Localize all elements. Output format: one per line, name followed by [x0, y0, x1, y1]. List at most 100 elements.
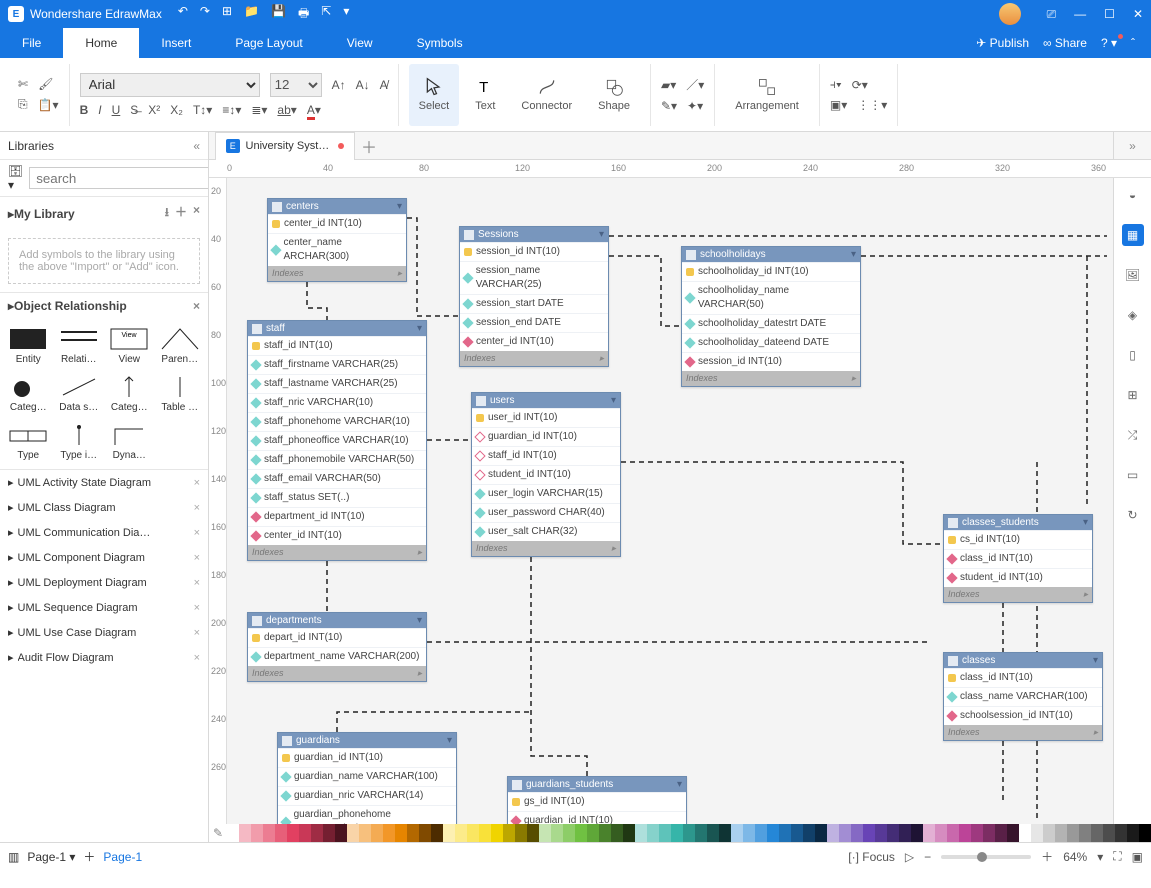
- column-row[interactable]: user_id INT(10): [472, 408, 620, 427]
- shape-categ[interactable]: Categ…: [4, 371, 53, 417]
- category-item[interactable]: ▸UML Communication Dia…×: [0, 520, 208, 545]
- column-row[interactable]: schoolholiday_name VARCHAR(50): [682, 281, 860, 314]
- minimize-icon[interactable]: —: [1074, 7, 1086, 21]
- column-row[interactable]: class_id INT(10): [944, 549, 1092, 568]
- play-icon[interactable]: ▷: [905, 850, 914, 864]
- close-icon[interactable]: ×: [194, 602, 200, 614]
- zoom-slider[interactable]: [941, 855, 1031, 859]
- column-row[interactable]: schoolholiday_id INT(10): [682, 262, 860, 281]
- column-row[interactable]: center_id INT(10): [248, 526, 426, 545]
- color-swatch[interactable]: [635, 824, 647, 842]
- open-icon[interactable]: 📁: [244, 4, 259, 25]
- color-swatch[interactable]: [299, 824, 311, 842]
- color-swatch[interactable]: [815, 824, 827, 842]
- color-swatch[interactable]: [671, 824, 683, 842]
- align-icon[interactable]: ⫞▾: [830, 77, 842, 92]
- shape-paren[interactable]: Paren…: [156, 323, 205, 369]
- presentation-icon[interactable]: ▭: [1122, 464, 1144, 486]
- close-icon[interactable]: ×: [194, 527, 200, 539]
- underline-icon[interactable]: U: [112, 103, 121, 117]
- library-menu-icon[interactable]: 🗄▾: [8, 164, 23, 192]
- new-icon[interactable]: ⊞: [222, 4, 232, 25]
- indexes-row[interactable]: Indexes▸: [682, 371, 860, 386]
- bold-icon[interactable]: B: [80, 103, 89, 117]
- menu-view[interactable]: View: [325, 28, 395, 58]
- shape-type[interactable]: Type: [4, 419, 53, 465]
- column-row[interactable]: schoolsession_id INT(10): [944, 706, 1102, 725]
- add-icon[interactable]: ＋: [175, 203, 187, 224]
- color-swatch[interactable]: [419, 824, 431, 842]
- color-swatch[interactable]: [287, 824, 299, 842]
- column-row[interactable]: session_start DATE: [460, 294, 608, 313]
- copy-icon[interactable]: ⎘: [18, 97, 28, 112]
- color-swatch[interactable]: [335, 824, 347, 842]
- color-swatch[interactable]: [227, 824, 239, 842]
- collapse-icon[interactable]: ▾: [611, 395, 616, 406]
- category-item[interactable]: ▸UML Use Case Diagram×: [0, 620, 208, 645]
- collapse-sidebar-icon[interactable]: «: [193, 139, 200, 153]
- color-swatch[interactable]: [431, 824, 443, 842]
- color-swatch[interactable]: [383, 824, 395, 842]
- column-row[interactable]: guardian_id INT(10): [508, 811, 686, 824]
- color-swatch[interactable]: [515, 824, 527, 842]
- close-icon[interactable]: ×: [194, 552, 200, 564]
- column-row[interactable]: guardian_id INT(10): [278, 748, 456, 767]
- mylibrary-header[interactable]: My Library: [14, 207, 75, 221]
- bullets-icon[interactable]: ≣▾: [251, 103, 267, 117]
- color-swatch[interactable]: [395, 824, 407, 842]
- column-row[interactable]: gs_id INT(10): [508, 792, 686, 811]
- options-icon[interactable]: ▾: [343, 4, 349, 25]
- category-item[interactable]: ▸UML Component Diagram×: [0, 545, 208, 570]
- entity-guardians[interactable]: guardians▾guardian_id INT(10)guardian_na…: [277, 732, 457, 824]
- collapse-icon[interactable]: ▾: [397, 201, 402, 212]
- color-swatch[interactable]: [1055, 824, 1067, 842]
- color-swatch[interactable]: [575, 824, 587, 842]
- column-row[interactable]: staff_phonemobile VARCHAR(50): [248, 450, 426, 469]
- undo-icon[interactable]: ↶: [178, 4, 188, 25]
- zoom-out-icon[interactable]: −: [924, 850, 931, 864]
- column-row[interactable]: staff_nric VARCHAR(10): [248, 393, 426, 412]
- color-swatch[interactable]: [779, 824, 791, 842]
- category-item[interactable]: ▸Audit Flow Diagram×: [0, 645, 208, 670]
- share-button[interactable]: ∞ Share: [1043, 36, 1087, 50]
- color-swatch[interactable]: [995, 824, 1007, 842]
- color-swatch[interactable]: [683, 824, 695, 842]
- color-swatch[interactable]: [323, 824, 335, 842]
- color-swatch[interactable]: [1031, 824, 1043, 842]
- color-swatch[interactable]: [659, 824, 671, 842]
- strikethrough-icon[interactable]: S̶: [130, 103, 138, 117]
- column-row[interactable]: staff_email VARCHAR(50): [248, 469, 426, 488]
- color-swatch[interactable]: [1007, 824, 1019, 842]
- column-row[interactable]: guardian_id INT(10): [472, 427, 620, 446]
- column-row[interactable]: department_id INT(10): [248, 507, 426, 526]
- column-row[interactable]: student_id INT(10): [944, 568, 1092, 587]
- collapse-icon[interactable]: ▾: [851, 249, 856, 260]
- column-row[interactable]: department_name VARCHAR(200): [248, 647, 426, 666]
- entity-sessions[interactable]: Sessions▾session_id INT(10)session_name …: [459, 226, 609, 367]
- color-swatch[interactable]: [1139, 824, 1151, 842]
- text-direction-icon[interactable]: T↕▾: [193, 103, 212, 117]
- user-avatar-icon[interactable]: [999, 3, 1021, 25]
- column-row[interactable]: staff_lastname VARCHAR(25): [248, 374, 426, 393]
- shape-categ[interactable]: Categ…: [105, 371, 154, 417]
- clipart-icon[interactable]: ⊞: [1122, 384, 1144, 406]
- grid-panel-icon[interactable]: ▦: [1122, 224, 1144, 246]
- color-swatch[interactable]: [599, 824, 611, 842]
- color-swatch[interactable]: [587, 824, 599, 842]
- color-swatch[interactable]: [923, 824, 935, 842]
- column-row[interactable]: session_end DATE: [460, 313, 608, 332]
- column-row[interactable]: schoolholiday_datestrt DATE: [682, 314, 860, 333]
- indexes-row[interactable]: Indexes▸: [248, 545, 426, 560]
- color-swatch[interactable]: [947, 824, 959, 842]
- indexes-row[interactable]: Indexes▸: [460, 351, 608, 366]
- connector-tool[interactable]: Connector: [511, 64, 582, 126]
- color-swatch[interactable]: [1115, 824, 1127, 842]
- entity-departments[interactable]: departments▾depart_id INT(10)department_…: [247, 612, 427, 682]
- image-panel-icon[interactable]: 🖼: [1122, 264, 1144, 286]
- font-family-select[interactable]: Arial: [80, 73, 260, 97]
- export-icon[interactable]: ⇱: [321, 4, 331, 25]
- clear-format-icon[interactable]: A̸: [380, 78, 388, 92]
- fullscreen-icon[interactable]: ▣: [1132, 850, 1143, 864]
- color-swatch[interactable]: [719, 824, 731, 842]
- column-row[interactable]: guardian_nric VARCHAR(14): [278, 786, 456, 805]
